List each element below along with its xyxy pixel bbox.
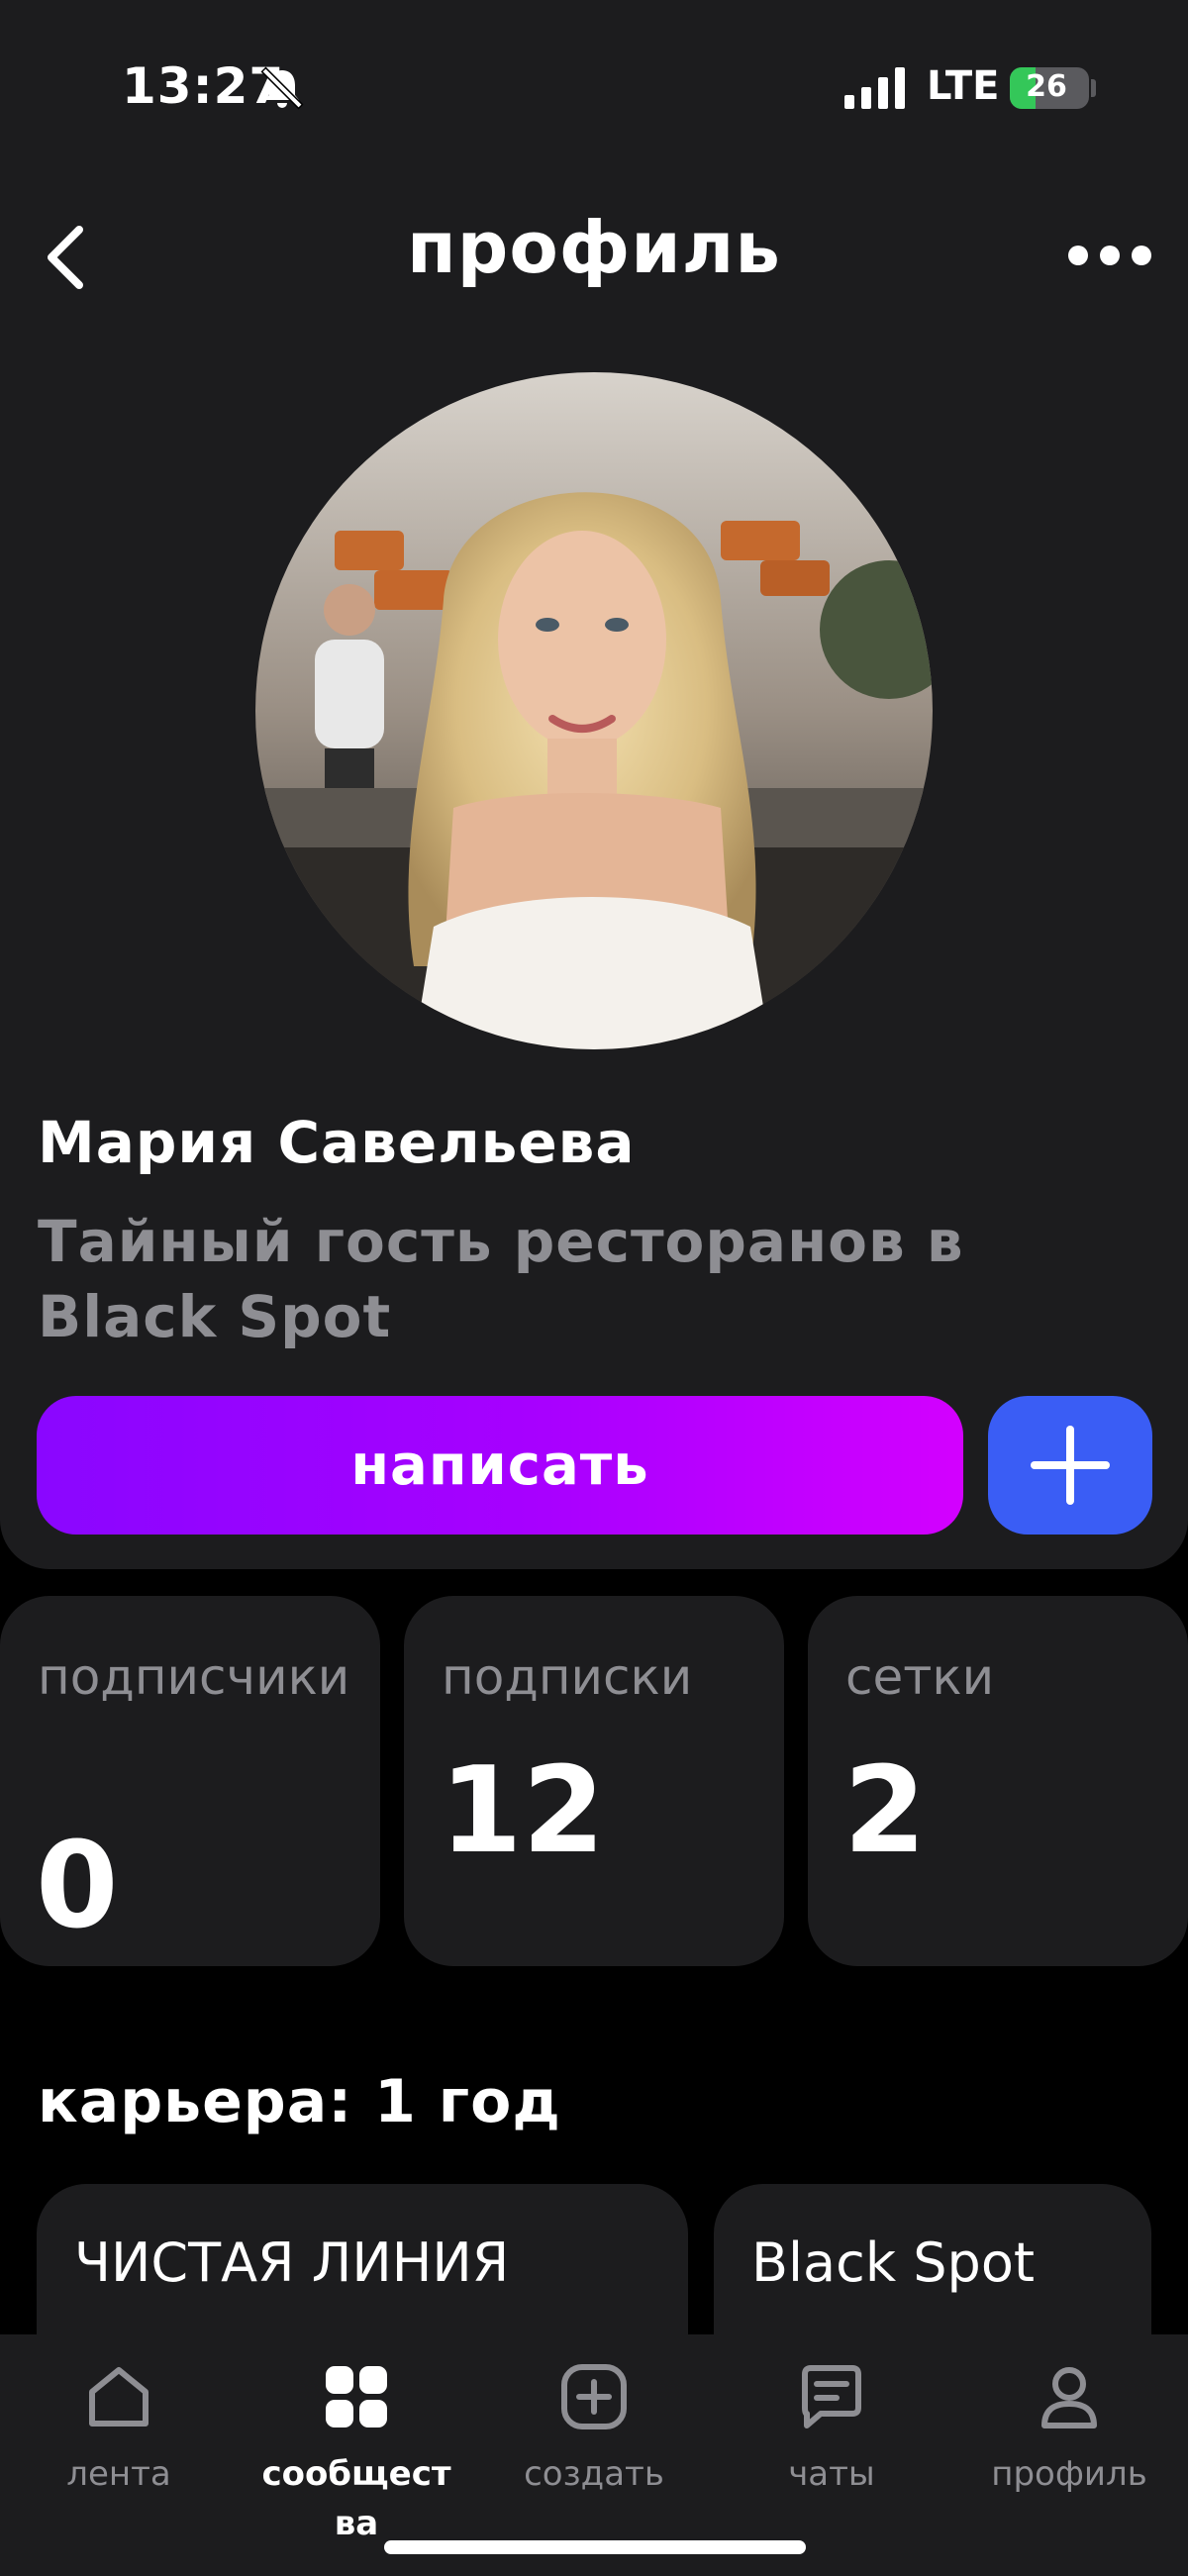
user-icon — [1041, 2367, 1097, 2428]
profile-role: Тайный гость ресторанов в Black Spot — [38, 1208, 964, 1350]
plus-square-icon — [561, 2364, 627, 2429]
tab-label: профиль — [991, 2454, 1147, 2494]
network-type: LTE — [927, 63, 1000, 109]
avatar[interactable] — [255, 372, 933, 1049]
add-button[interactable] — [988, 1396, 1152, 1535]
page-title: профиль — [407, 206, 781, 289]
tab-feed[interactable]: лента — [0, 2362, 238, 2499]
stat-label: подписки — [442, 1648, 693, 1706]
bell-muted-icon — [260, 66, 304, 110]
home-indicator[interactable] — [384, 2540, 806, 2554]
communities-icon — [326, 2366, 387, 2427]
home-icon — [89, 2367, 148, 2427]
stat-label: сетки — [845, 1648, 995, 1706]
stat-networks[interactable]: сетки 2 — [808, 1596, 1188, 1966]
avatar-photo — [255, 372, 933, 1049]
tab-label: сообщества — [261, 2454, 451, 2543]
career-place-name: Black Spot — [751, 2231, 1036, 2294]
tab-label: лента — [66, 2454, 171, 2494]
stat-label: подписчики — [38, 1648, 350, 1706]
more-options-button[interactable] — [1064, 230, 1155, 281]
battery-icon: 26 — [1010, 67, 1089, 109]
stat-value: 12 — [440, 1742, 605, 1880]
stat-value: 2 — [843, 1742, 927, 1880]
stat-followers[interactable]: подписчики 0 — [0, 1596, 380, 1966]
tab-communities[interactable]: сообщества — [238, 2362, 475, 2548]
chat-icon — [802, 2365, 861, 2428]
signal-icon — [844, 67, 905, 109]
career-place-name: ЧИСТАЯ ЛИНИЯ — [74, 2231, 510, 2294]
career-title: карьера: 1 год — [38, 2067, 561, 2136]
tab-chats[interactable]: чаты — [713, 2362, 950, 2499]
tab-label: создать — [524, 2454, 664, 2494]
battery-level: 26 — [1026, 69, 1067, 104]
profile-name: Мария Савельева — [38, 1109, 636, 1176]
tab-create[interactable]: создать — [475, 2362, 713, 2499]
stat-following[interactable]: подписки 12 — [404, 1596, 784, 1966]
tab-label: чаты — [788, 2454, 875, 2494]
battery-cap — [1091, 79, 1096, 97]
plus-icon — [1031, 1426, 1110, 1505]
stat-value: 0 — [36, 1818, 119, 1955]
tab-profile[interactable]: профиль — [950, 2362, 1188, 2499]
write-message-button[interactable]: написать — [37, 1396, 963, 1535]
